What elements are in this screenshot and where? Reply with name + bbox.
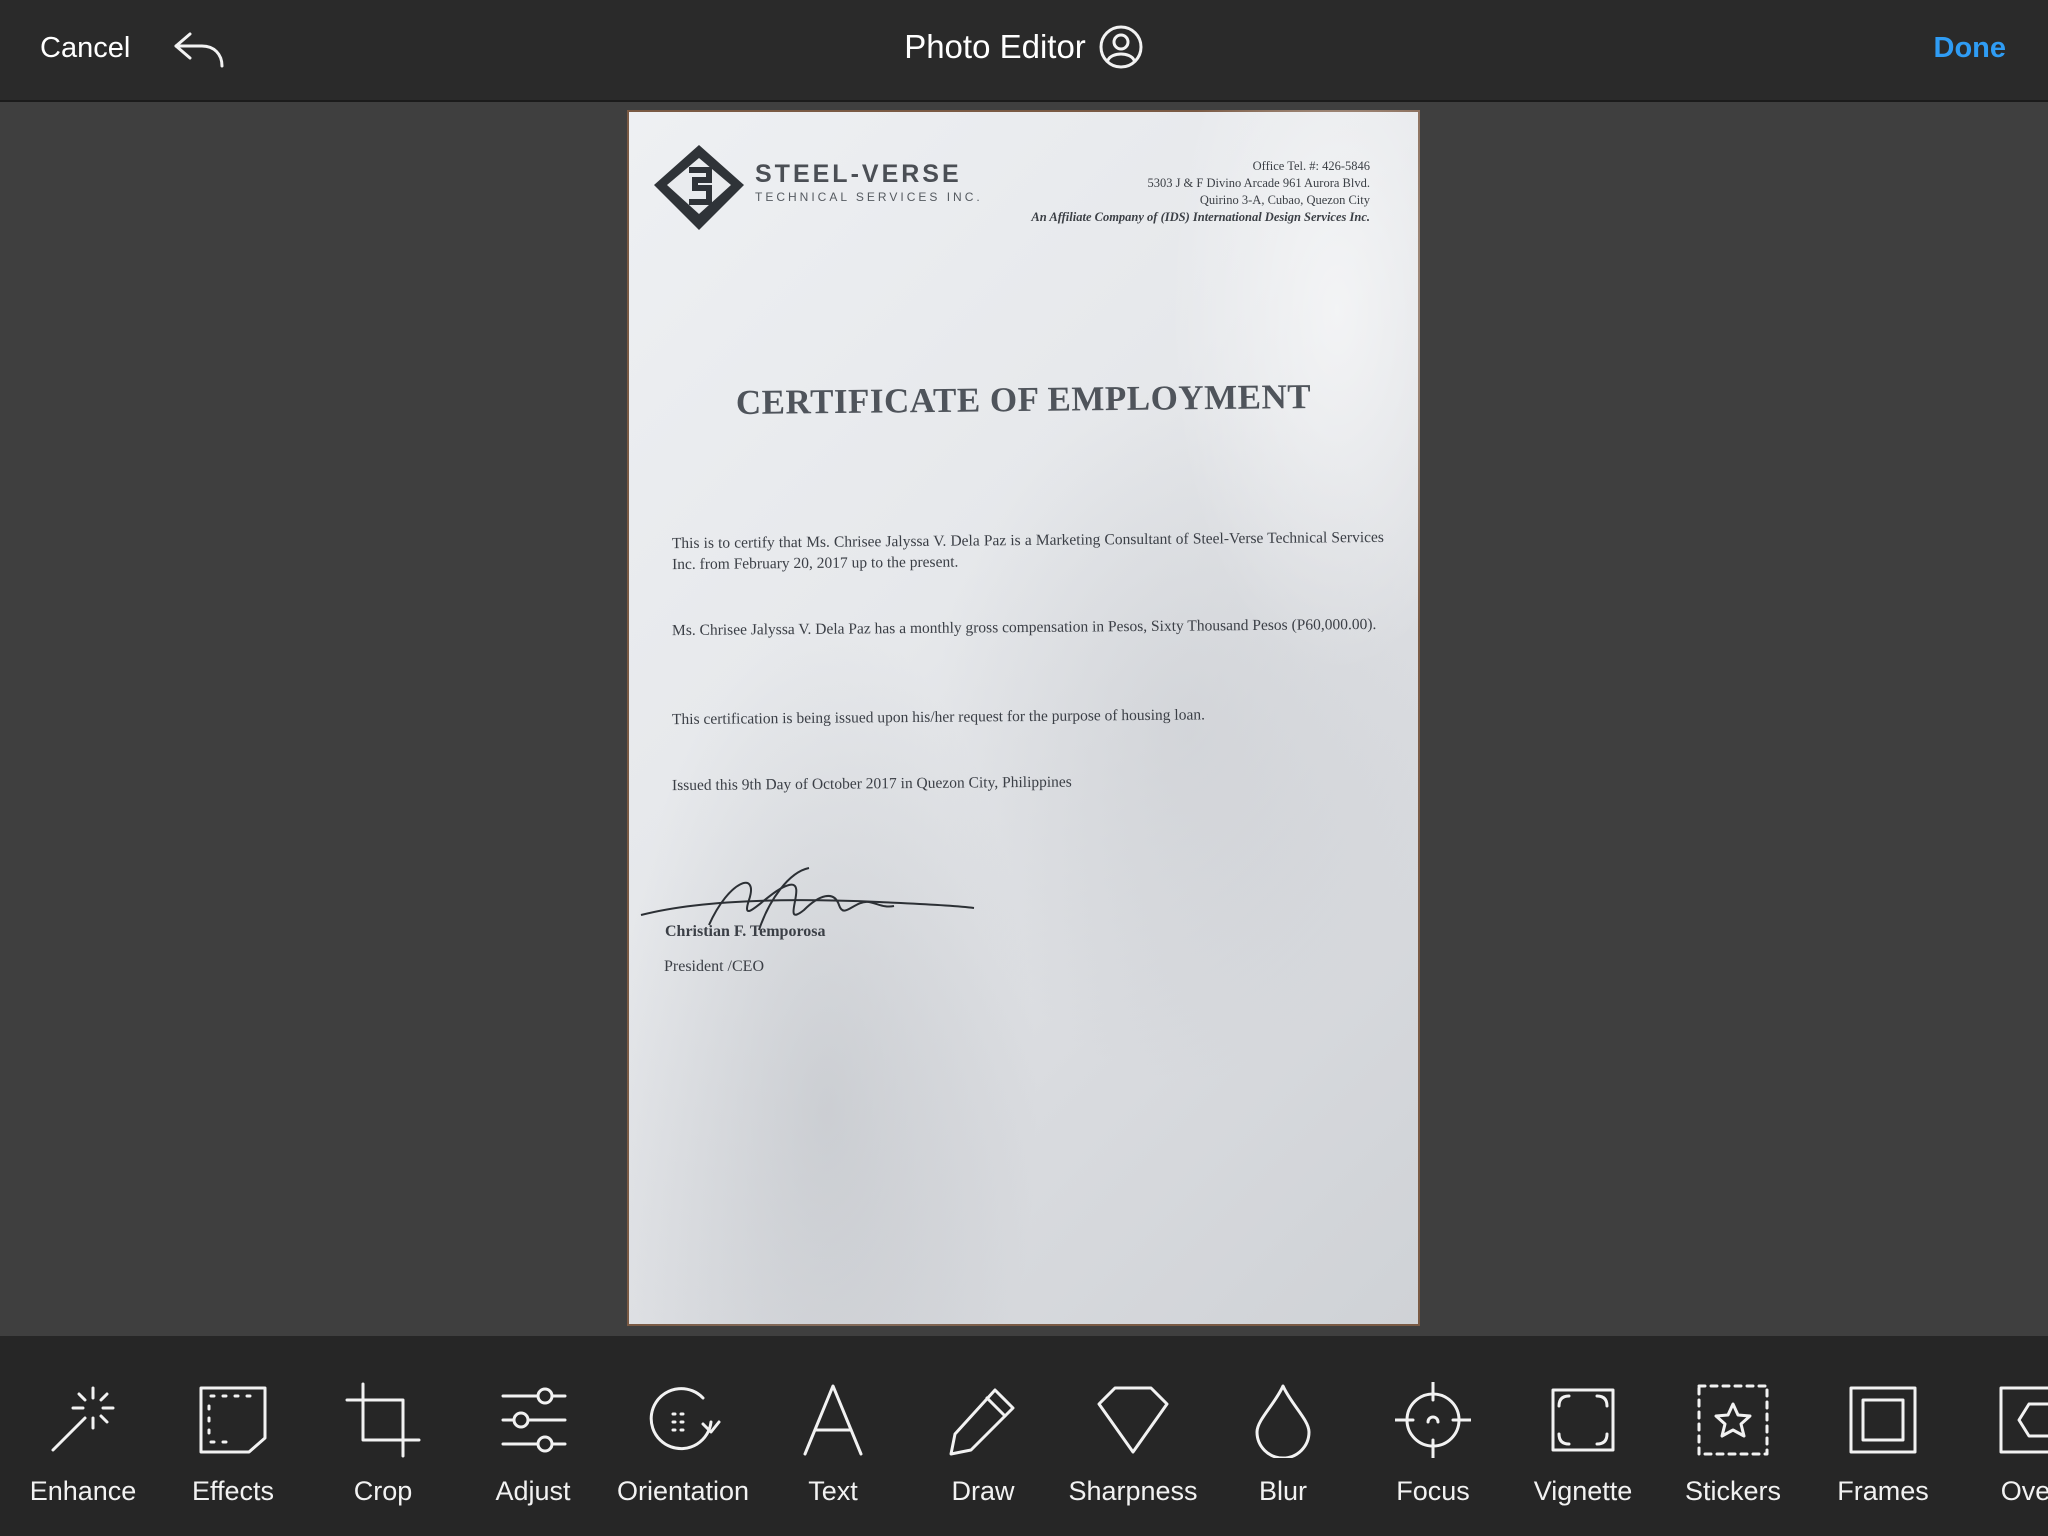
droplet-icon xyxy=(1255,1384,1311,1458)
diamond-icon xyxy=(1097,1386,1169,1454)
top-bar: Cancel Photo Editor Done xyxy=(0,0,2048,102)
company-logo-icon xyxy=(654,145,744,230)
overlay-icon xyxy=(1999,1386,2048,1454)
company-name: STEEL-VERSE xyxy=(755,160,962,188)
tool-label: Overl xyxy=(2000,1476,2048,1506)
done-button[interactable]: Done xyxy=(1934,32,2007,65)
crop-icon xyxy=(345,1382,421,1458)
focus-target-icon xyxy=(1395,1382,1471,1458)
undo-icon[interactable] xyxy=(170,26,230,72)
cancel-button[interactable]: Cancel xyxy=(40,32,130,65)
tool-bar: Enhance Effects Crop Adjust Orientation … xyxy=(0,1336,2048,1536)
film-frame-icon xyxy=(199,1386,267,1454)
title-wrap: Photo Editor xyxy=(0,24,2048,70)
photo-preview[interactable]: STEEL-VERSE TECHNICAL SERVICES INC. Offi… xyxy=(627,110,1420,1326)
document-title: CERTIFICATE OF EMPLOYMENT xyxy=(735,376,1312,423)
sliders-icon xyxy=(501,1387,567,1453)
page-title: Photo Editor xyxy=(904,28,1086,65)
office-address: 5303 J & F Divino Arcade 961 Aurora Blvd… xyxy=(1147,176,1370,190)
pencil-icon xyxy=(949,1388,1015,1456)
text-icon xyxy=(803,1384,863,1456)
signer-position: President /CEO xyxy=(664,958,764,975)
frame-icon xyxy=(1849,1386,1917,1454)
affiliate-note: An Affiliate Company of (IDS) Internatio… xyxy=(1031,210,1370,224)
office-city: Quirino 3-A, Cubao, Quezon City xyxy=(1199,193,1370,207)
signer-name: Christian F. Temporosa xyxy=(665,923,826,940)
office-tel: Office Tel. #: 426-5846 xyxy=(1252,159,1370,173)
account-icon[interactable] xyxy=(1098,24,1144,70)
vignette-icon xyxy=(1551,1388,1615,1452)
tool-overlay[interactable]: Overl xyxy=(1958,1336,2048,1536)
magic-wand-icon xyxy=(51,1386,115,1452)
company-subtitle: TECHNICAL SERVICES INC. xyxy=(755,190,983,204)
paragraph-certify: This is to certify that Ms. Chrisee Jaly… xyxy=(671,528,1384,574)
rotate-icon xyxy=(649,1387,721,1451)
star-sticker-icon xyxy=(1697,1384,1769,1456)
office-info: Office Tel. #: 426-5846 5303 J & F Divin… xyxy=(1031,158,1370,226)
